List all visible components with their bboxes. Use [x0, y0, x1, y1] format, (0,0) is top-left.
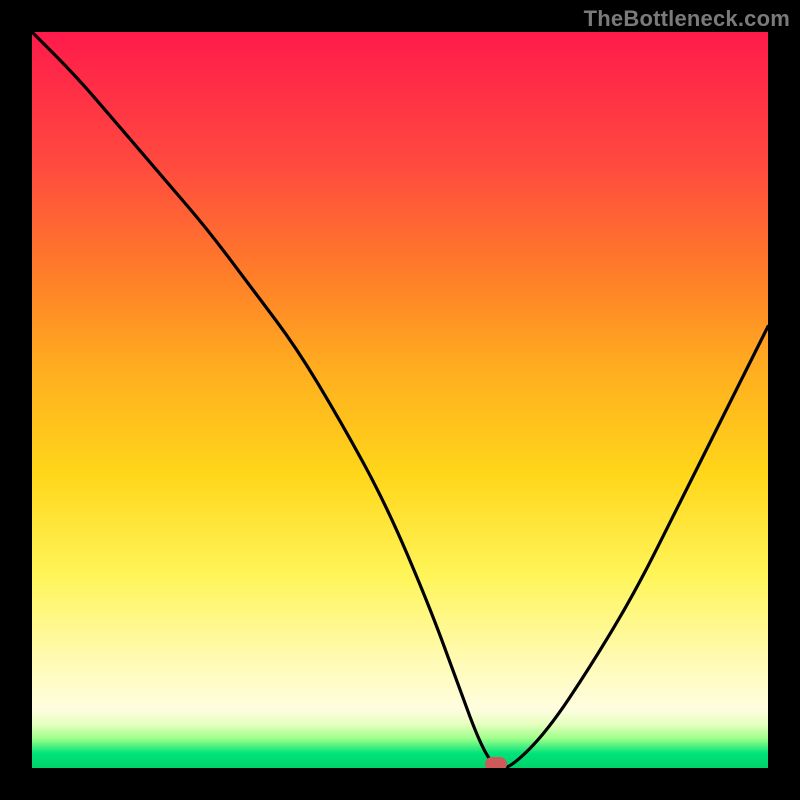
bottleneck-curve [32, 32, 768, 768]
current-position-marker [485, 757, 507, 768]
plot-area [32, 32, 768, 768]
chart-frame: TheBottleneck.com [0, 0, 800, 800]
watermark-text: TheBottleneck.com [584, 6, 790, 32]
